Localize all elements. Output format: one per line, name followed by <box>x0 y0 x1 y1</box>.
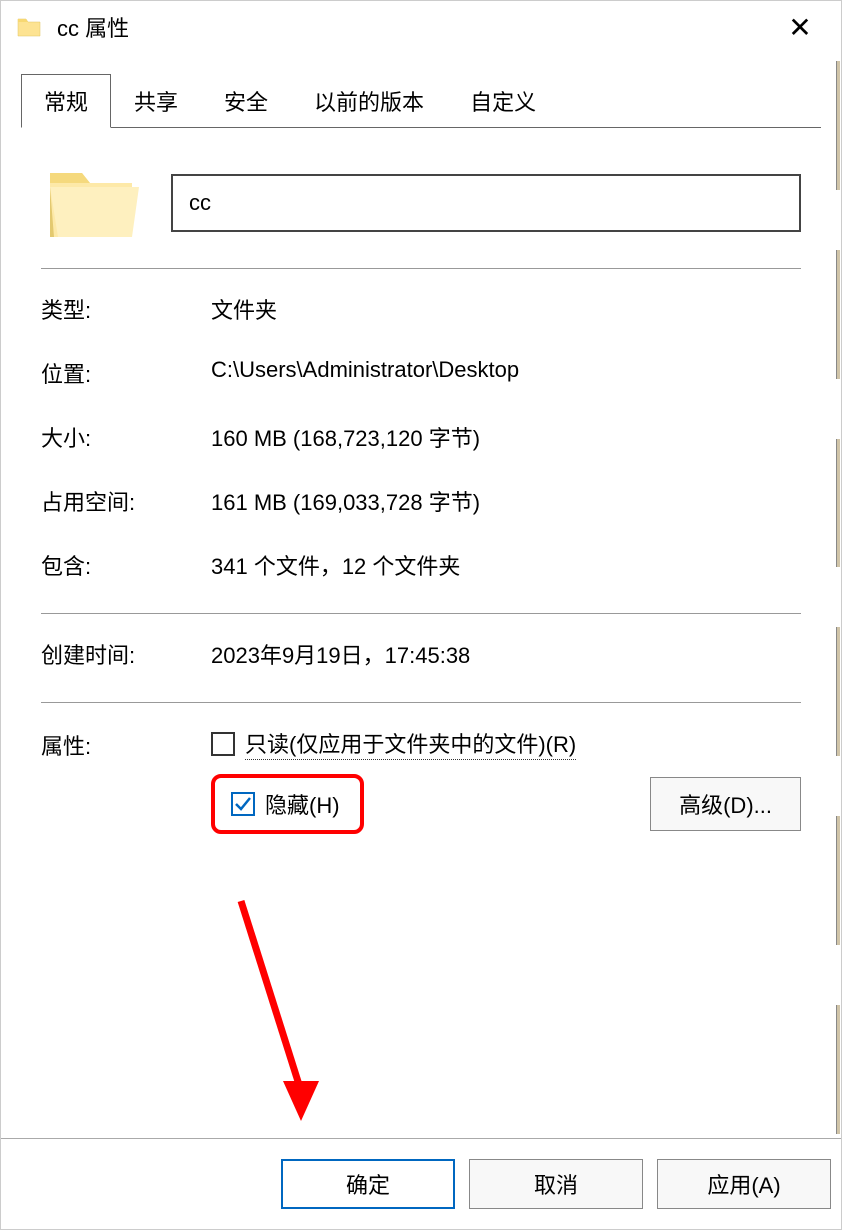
tab-security[interactable]: 安全 <box>201 74 291 128</box>
advanced-button[interactable]: 高级(D)... <box>650 777 801 831</box>
tab-sharing[interactable]: 共享 <box>111 74 201 128</box>
size-on-disk-label: 占用空间: <box>41 485 211 517</box>
created-value: 2023年9月19日，17:45:38 <box>211 638 801 670</box>
folder-icon <box>17 16 41 38</box>
cancel-button[interactable]: 取消 <box>469 1159 643 1209</box>
location-value: C:\Users\Administrator\Desktop <box>211 357 801 389</box>
properties-dialog: cc 属性 ✕ 常规 共享 安全 以前的版本 自定义 <box>0 0 842 1230</box>
readonly-label: 只读(仅应用于文件夹中的文件)(R) <box>245 727 576 760</box>
titlebar: cc 属性 ✕ <box>1 1 841 53</box>
annotation-highlight: 隐藏(H) <box>211 774 364 834</box>
size-label: 大小: <box>41 421 211 453</box>
apply-button[interactable]: 应用(A) <box>657 1159 831 1209</box>
tab-custom[interactable]: 自定义 <box>447 74 559 128</box>
type-value: 文件夹 <box>211 293 801 325</box>
size-on-disk-value: 161 MB (169,033,728 字节) <box>211 485 801 517</box>
readonly-checkbox[interactable] <box>211 732 235 756</box>
large-folder-icon <box>41 158 141 248</box>
dialog-footer: 确定 取消 应用(A) <box>1 1138 841 1229</box>
tab-previous-versions[interactable]: 以前的版本 <box>291 74 447 128</box>
window-title: cc 属性 <box>57 11 129 43</box>
attributes-label: 属性: <box>41 727 211 761</box>
ok-button[interactable]: 确定 <box>281 1159 455 1209</box>
tab-strip: 常规 共享 安全 以前的版本 自定义 <box>21 73 821 128</box>
hidden-checkbox[interactable] <box>231 792 255 816</box>
general-panel: 类型: 文件夹 位置: C:\Users\Administrator\Deskt… <box>21 128 821 874</box>
edge-artifact <box>836 61 841 1134</box>
location-label: 位置: <box>41 357 211 389</box>
tab-general[interactable]: 常规 <box>21 74 111 128</box>
contains-value: 341 个文件，12 个文件夹 <box>211 549 801 581</box>
size-value: 160 MB (168,723,120 字节) <box>211 421 801 453</box>
type-label: 类型: <box>41 293 211 325</box>
hidden-label: 隐藏(H) <box>265 788 340 820</box>
annotation-arrow-icon <box>201 891 401 1131</box>
readonly-checkbox-row[interactable]: 只读(仅应用于文件夹中的文件)(R) <box>211 727 801 760</box>
folder-name-input[interactable] <box>171 174 801 232</box>
contains-label: 包含: <box>41 549 211 581</box>
created-label: 创建时间: <box>41 638 211 670</box>
close-icon[interactable]: ✕ <box>775 11 825 44</box>
